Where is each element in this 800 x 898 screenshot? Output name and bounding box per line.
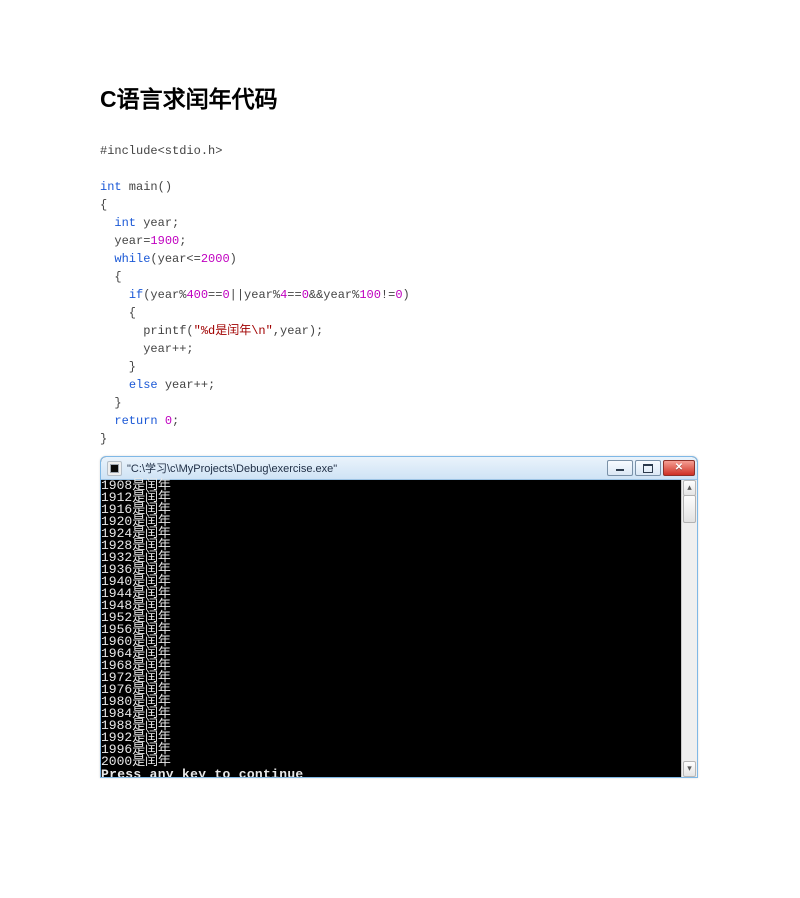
console-line: 1980是闰年 — [101, 696, 697, 708]
code-text: printf( — [100, 324, 194, 338]
code-text: (year<= — [150, 252, 200, 266]
num-literal: 1900 — [150, 234, 179, 248]
text-cursor — [305, 777, 312, 778]
window-controls: ✕ — [607, 461, 695, 475]
num-literal: 0 — [302, 288, 309, 302]
console-line: 1928是闰年 — [101, 540, 697, 552]
num-literal: 0 — [395, 288, 402, 302]
kw-else: else — [129, 378, 158, 392]
console-line: 1956是闰年 — [101, 624, 697, 636]
console-line: 1916是闰年 — [101, 504, 697, 516]
kw-int: int — [114, 216, 136, 230]
console-line: 1960是闰年 — [101, 636, 697, 648]
console-window: "C:\学习\c\MyProjects\Debug\exercise.exe" … — [100, 456, 698, 778]
code-text: year; — [136, 216, 179, 230]
kw-return: return — [114, 414, 157, 428]
console-line: 1976是闰年 — [101, 684, 697, 696]
console-body: 1908是闰年1912是闰年1916是闰年1920是闰年1924是闰年1928是… — [101, 480, 697, 777]
close-icon: ✕ — [675, 463, 683, 473]
code-text: { — [100, 270, 122, 284]
code-text: { — [100, 306, 136, 320]
console-line: 1988是闰年 — [101, 720, 697, 732]
page-title: C语言求闰年代码 — [100, 80, 700, 114]
scroll-down-button[interactable]: ▾ — [683, 761, 696, 777]
scroll-up-button[interactable]: ▴ — [683, 480, 696, 496]
window-title: "C:\学习\c\MyProjects\Debug\exercise.exe" — [127, 460, 607, 476]
console-output: 1908是闰年1912是闰年1916是闰年1920是闰年1924是闰年1928是… — [101, 480, 697, 768]
kw-int: int — [100, 180, 122, 194]
code-text: &&year% — [309, 288, 359, 302]
console-line: 1944是闰年 — [101, 588, 697, 600]
code-text — [158, 414, 165, 428]
console-line: 1924是闰年 — [101, 528, 697, 540]
code-text: ) — [403, 288, 410, 302]
window-app-icon — [107, 461, 122, 476]
code-text: year++; — [158, 378, 216, 392]
console-line: 1908是闰年 — [101, 480, 697, 492]
prompt-text: Press any key to continue — [101, 767, 304, 778]
console-line: 1968是闰年 — [101, 660, 697, 672]
code-text: { — [100, 198, 107, 212]
kw-while: while — [114, 252, 150, 266]
scroll-thumb[interactable] — [683, 495, 696, 523]
console-line: 1996是闰年 — [101, 744, 697, 756]
num-literal: 0 — [222, 288, 229, 302]
maximize-button[interactable] — [635, 460, 661, 476]
console-line: 1992是闰年 — [101, 732, 697, 744]
num-literal: 100 — [359, 288, 381, 302]
code-text: ||year% — [230, 288, 280, 302]
scrollbar-vertical[interactable]: ▴ ▾ — [681, 480, 697, 777]
source-code-block: #include<stdio.h> int main() { int year;… — [100, 142, 700, 448]
code-text: == — [208, 288, 222, 302]
console-line: 1984是闰年 — [101, 708, 697, 720]
console-line: 1948是闰年 — [101, 600, 697, 612]
console-line: 1932是闰年 — [101, 552, 697, 564]
console-line: 1936是闰年 — [101, 564, 697, 576]
code-text: ; — [172, 414, 179, 428]
code-text: ) — [230, 252, 237, 266]
code-text: ,year); — [273, 324, 323, 338]
document-page: C语言求闰年代码 #include<stdio.h> int main() { … — [0, 0, 800, 898]
console-line: 1940是闰年 — [101, 576, 697, 588]
console-line: 1964是闰年 — [101, 648, 697, 660]
code-text: year++; — [100, 342, 194, 356]
code-text: year= — [100, 234, 150, 248]
code-line: #include<stdio.h> — [100, 144, 222, 158]
console-line: 1972是闰年 — [101, 672, 697, 684]
code-text: ; — [179, 234, 186, 248]
minimize-button[interactable] — [607, 460, 633, 476]
code-text: } — [100, 432, 107, 446]
window-titlebar[interactable]: "C:\学习\c\MyProjects\Debug\exercise.exe" … — [101, 457, 697, 480]
num-literal: 400 — [186, 288, 208, 302]
code-text: == — [287, 288, 301, 302]
console-line: 1952是闰年 — [101, 612, 697, 624]
kw-if: if — [129, 288, 143, 302]
code-text: main() — [122, 180, 172, 194]
code-text: (year% — [143, 288, 186, 302]
close-button[interactable]: ✕ — [663, 460, 695, 476]
code-text: } — [100, 396, 122, 410]
console-prompt: Press any key to continue — [101, 768, 697, 778]
num-literal: 0 — [165, 414, 172, 428]
num-literal: 2000 — [201, 252, 230, 266]
console-line: 1920是闰年 — [101, 516, 697, 528]
console-line: 1912是闰年 — [101, 492, 697, 504]
code-text: } — [100, 360, 136, 374]
string-literal: "%d是闰年\n" — [194, 324, 273, 338]
code-text: != — [381, 288, 395, 302]
